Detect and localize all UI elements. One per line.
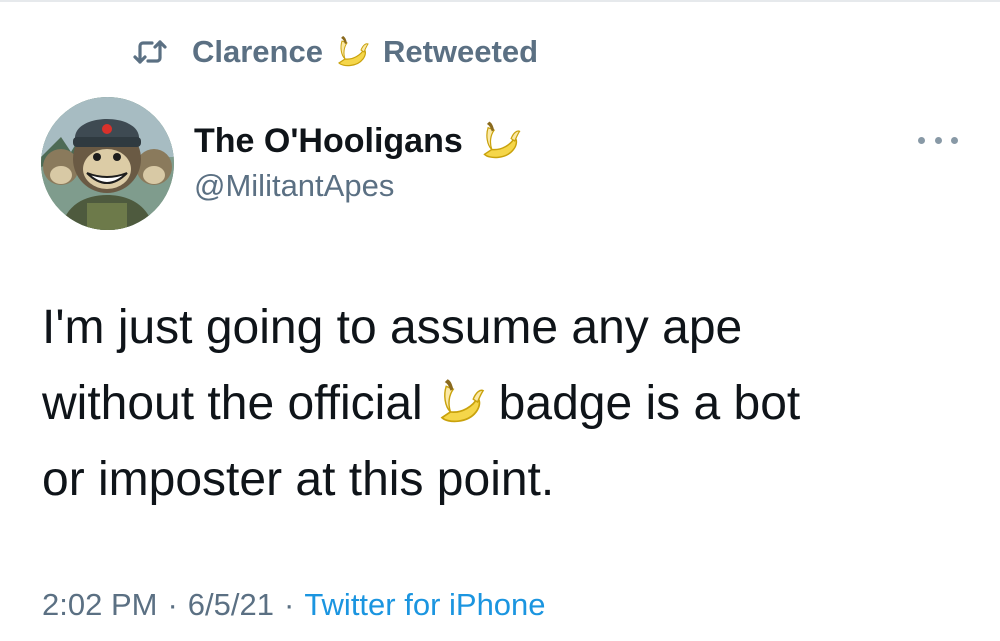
tweet-source-link[interactable]: Twitter for iPhone <box>304 587 545 622</box>
ape-avatar[interactable] <box>41 97 174 230</box>
more-options-button[interactable] <box>918 130 958 150</box>
retweet-icon <box>132 38 168 66</box>
tweet-line: or imposter at this point. <box>42 453 555 506</box>
banana-icon <box>477 118 521 164</box>
meta-separator: · <box>283 587 295 622</box>
banana-icon <box>333 33 369 71</box>
tweet-time[interactable]: 2:02 PM <box>42 587 157 622</box>
retweet-context[interactable]: Clarence Retweeted <box>132 30 538 74</box>
top-divider <box>0 0 1000 2</box>
author-display-name[interactable]: The O'Hooligans <box>194 122 463 161</box>
tweet-text: I'm just going to assume any ape without… <box>42 290 962 518</box>
tweet-text-segment: badge is a bot <box>498 377 801 430</box>
banana-icon <box>433 375 485 429</box>
tweet-text-segment: without the official <box>42 377 423 430</box>
author-name-row[interactable]: The O'Hooligans <box>194 117 521 165</box>
more-horizontal-icon-dot <box>951 136 958 144</box>
meta-separator: · <box>167 587 178 622</box>
tweet-line: I'm just going to assume any ape <box>42 301 743 354</box>
author-handle[interactable]: @MilitantApes <box>194 166 394 206</box>
more-horizontal-icon <box>918 136 925 144</box>
tweet-date[interactable]: 6/5/21 <box>188 587 274 622</box>
more-horizontal-icon-dot <box>934 136 942 144</box>
tweet-line: without the official badge is a bot <box>42 366 962 442</box>
tweet-meta: 2:02 PM · 6/5/21 · Twitter for iPhone <box>42 584 546 626</box>
retweeted-label: Retweeted <box>382 34 539 69</box>
retweeter-name[interactable]: Clarence <box>192 34 323 70</box>
